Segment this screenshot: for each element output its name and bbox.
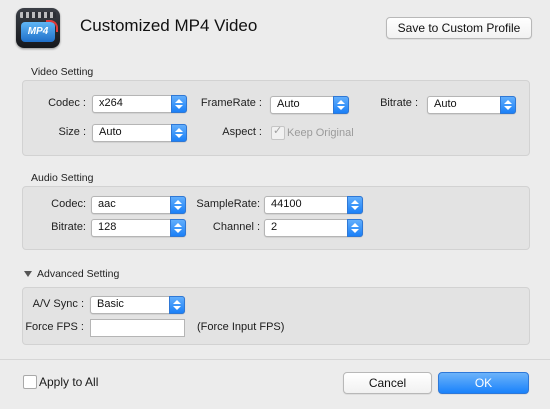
film-strip-icon <box>20 12 56 18</box>
video-codec-value: x264 <box>99 97 123 109</box>
framerate-value: Auto <box>277 98 300 110</box>
audio-codec-label: Codec: <box>51 198 86 210</box>
footer-divider <box>0 359 550 360</box>
force-fps-label: Force FPS : <box>25 321 84 333</box>
av-sync-value: Basic <box>97 298 124 310</box>
video-bitrate-label: Bitrate : <box>380 97 418 109</box>
video-codec-label: Codec : <box>48 97 86 109</box>
size-label: Size : <box>58 126 86 138</box>
up-down-arrows-icon <box>169 296 185 314</box>
keep-original-checkbox[interactable]: ✓ <box>271 125 285 140</box>
video-bitrate-value: Auto <box>434 98 457 110</box>
aspect-label: Aspect : <box>222 126 262 138</box>
disclosure-triangle-icon[interactable] <box>24 271 32 277</box>
audio-setting-title: Audio Setting <box>31 172 94 184</box>
samplerate-select[interactable]: 44100 <box>264 196 363 214</box>
channel-select[interactable]: 2 <box>264 219 363 237</box>
samplerate-value: 44100 <box>271 198 302 210</box>
up-down-arrows-icon <box>333 96 349 114</box>
cancel-button[interactable]: Cancel <box>343 372 432 394</box>
apply-to-all-label: Apply to All <box>39 375 99 389</box>
dialog-title: Customized MP4 Video <box>80 16 258 35</box>
video-bitrate-select[interactable]: Auto <box>427 96 516 114</box>
up-down-arrows-icon <box>500 96 516 114</box>
audio-bitrate-select[interactable]: 128 <box>91 219 186 237</box>
up-down-arrows-icon <box>170 196 186 214</box>
up-down-arrows-icon <box>347 196 363 214</box>
refresh-arrow-icon <box>46 20 58 32</box>
av-sync-label: A/V Sync : <box>32 298 84 310</box>
size-value: Auto <box>99 126 122 138</box>
channel-value: 2 <box>271 221 278 233</box>
ok-button[interactable]: OK <box>438 372 529 394</box>
channel-label: Channel : <box>212 221 260 233</box>
up-down-arrows-icon <box>171 124 187 142</box>
framerate-select[interactable]: Auto <box>270 96 349 114</box>
advanced-setting-title[interactable]: Advanced Setting <box>37 268 119 280</box>
apply-to-all-checkbox[interactable] <box>23 375 37 389</box>
checkmark-icon: ✓ <box>273 125 283 137</box>
audio-bitrate-label: Bitrate: <box>51 221 86 233</box>
samplerate-label: SampleRate: <box>196 198 260 210</box>
video-setting-group <box>22 80 530 156</box>
up-down-arrows-icon <box>170 219 186 237</box>
size-select[interactable]: Auto <box>92 124 187 142</box>
save-to-custom-profile-button[interactable]: Save to Custom Profile <box>386 17 532 39</box>
force-fps-input[interactable] <box>90 319 185 337</box>
up-down-arrows-icon <box>171 95 187 113</box>
av-sync-select[interactable]: Basic <box>90 296 185 314</box>
framerate-label: FrameRate : <box>200 97 262 109</box>
app-icon: MP4 <box>16 8 60 48</box>
audio-bitrate-value: 128 <box>98 221 117 233</box>
force-fps-hint: (Force Input FPS) <box>197 321 285 333</box>
video-codec-select[interactable]: x264 <box>92 95 187 113</box>
keep-original-label: Keep Original <box>287 127 354 139</box>
audio-codec-select[interactable]: aac <box>91 196 186 214</box>
up-down-arrows-icon <box>347 219 363 237</box>
audio-codec-value: aac <box>98 198 116 210</box>
video-setting-title: Video Setting <box>31 66 94 78</box>
